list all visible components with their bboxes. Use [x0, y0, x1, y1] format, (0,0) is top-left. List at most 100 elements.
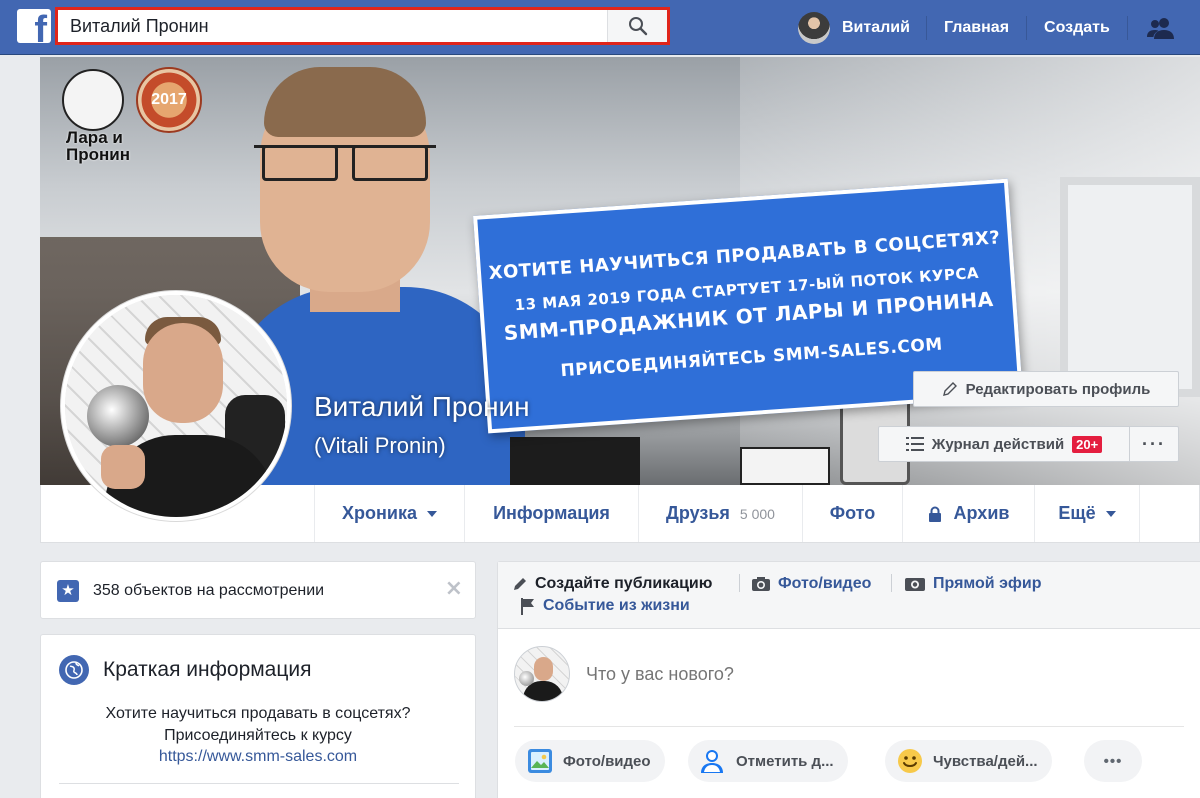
activity-count-badge: 20+	[1072, 435, 1103, 453]
edit-profile-label: Редактировать профиль	[965, 380, 1151, 398]
composer-header-separator	[739, 574, 740, 592]
video-camera-icon	[905, 578, 925, 591]
search-input[interactable]	[58, 10, 608, 42]
tag-friends-action[interactable]: Отметить д...	[688, 740, 848, 782]
tab-timeline[interactable]: Хроника	[314, 485, 464, 542]
tab-about[interactable]: Информация	[464, 485, 638, 542]
globe-icon	[59, 655, 89, 685]
list-icon	[905, 437, 924, 451]
nav-home-label: Главная	[943, 18, 1010, 36]
chevron-down-icon	[426, 510, 437, 517]
friends-count: 5 000	[739, 505, 775, 522]
profile-alternate-name: (Vitali Pronin)	[314, 433, 446, 458]
nav-profile-link[interactable]: Виталий	[798, 11, 927, 44]
facebook-logo[interactable]: f	[17, 9, 51, 43]
lara-pronin-logo: Лара и Пронин	[62, 69, 152, 169]
search-box	[55, 7, 670, 45]
intro-card: Краткая информация Хотите научиться прод…	[40, 634, 476, 798]
photo-video-action[interactable]: Фото/видео	[515, 740, 665, 782]
chevron-down-icon	[1105, 510, 1116, 517]
intro-divider	[59, 783, 459, 784]
post-text-input[interactable]	[586, 662, 1146, 686]
composer-header-separator	[891, 574, 892, 592]
cover-certificate	[740, 447, 830, 485]
more-dots-icon: ···	[1142, 433, 1166, 454]
nav-create-label: Создать	[1044, 18, 1110, 36]
life-event-label: Событие из жизни	[543, 597, 690, 614]
edit-profile-button[interactable]: Редактировать профиль	[913, 371, 1179, 407]
composer-divider	[514, 726, 1184, 727]
nav-home-link[interactable]: Главная	[927, 15, 1028, 40]
friend-requests-icon	[1146, 17, 1174, 39]
cover-window	[1060, 177, 1200, 397]
avatar[interactable]	[514, 646, 570, 702]
more-options-button[interactable]: ···	[1129, 426, 1179, 462]
tab-friends-label: Друзья	[666, 503, 730, 523]
pending-review-text: 358 объектов на рассмотрении	[93, 582, 325, 599]
logo-emblem	[62, 69, 124, 131]
live-video-label: Прямой эфир	[933, 575, 1042, 592]
search-button[interactable]	[607, 10, 667, 42]
cover-monitor	[510, 437, 640, 485]
cover-person-glasses	[254, 145, 436, 181]
create-post-tab[interactable]: Создайте публикацию	[512, 575, 712, 593]
cover-person-hair	[264, 67, 426, 137]
tab-photos[interactable]: Фото	[802, 485, 902, 542]
pp-face	[143, 323, 223, 423]
pending-review-card[interactable]: ★ 358 объектов на рассмотрении ×	[40, 561, 476, 619]
photo-video-tab[interactable]: Фото/видео	[751, 575, 871, 593]
profile-picture-image	[65, 295, 287, 517]
intro-bio-line-2: Присоединяйтесь к курсу	[164, 727, 352, 744]
tag-friends-action-label: Отметить д...	[736, 752, 834, 770]
friend-requests-button[interactable]	[1128, 16, 1176, 40]
post-composer: Создайте публикацию Фото/видео Прямой эф…	[497, 561, 1200, 798]
smiley-icon	[897, 748, 923, 774]
feeling-action-label: Чувства/дей...	[933, 752, 1038, 770]
pp-microphone	[87, 385, 149, 447]
intro-bio-line-1: Хотите научиться продавать в соцсетях?	[105, 705, 411, 722]
camera-icon	[752, 577, 770, 591]
tab-archive-label: Архив	[953, 503, 1010, 523]
feeling-activity-action[interactable]: Чувства/дей...	[885, 740, 1052, 782]
nav-user-name: Виталий	[842, 18, 910, 36]
nav-right: Виталий Главная Создать	[798, 0, 1176, 55]
logo-text: Лара и Пронин	[66, 128, 130, 164]
pencil-icon	[942, 382, 957, 396]
activity-log-button[interactable]: Журнал действий 20+	[878, 426, 1130, 462]
tab-more[interactable]: Ещё	[1034, 485, 1140, 542]
tab-timeline-label: Хроника	[342, 503, 417, 523]
profile-picture[interactable]	[60, 290, 292, 522]
activity-log-label: Журнал действий	[931, 435, 1065, 453]
live-video-tab[interactable]: Прямой эфир	[904, 575, 1042, 593]
intro-website-link[interactable]: https://www.smm-sales.com	[41, 748, 475, 766]
lock-icon	[928, 506, 941, 522]
photo-video-label: Фото/видео	[778, 575, 872, 592]
banner-line-4: Присоединяйтесь smm-sales.com	[559, 334, 944, 381]
nav-create-link[interactable]: Создать	[1027, 15, 1128, 40]
pencil-icon	[514, 578, 526, 590]
tab-about-label: Информация	[493, 503, 610, 523]
tag-friends-icon	[700, 748, 726, 774]
tab-archive[interactable]: Архив	[902, 485, 1034, 542]
life-event-tab[interactable]: Событие из жизни	[520, 597, 690, 615]
intro-title: Краткая информация	[103, 658, 312, 681]
profile-name[interactable]: Виталий Пронин	[314, 391, 530, 423]
pp-hand	[101, 445, 145, 489]
photo-video-action-label: Фото/видео	[563, 752, 651, 770]
composer-avatar-mic	[519, 671, 534, 686]
tab-photos-label: Фото	[829, 503, 876, 523]
close-icon[interactable]: ×	[445, 576, 463, 601]
photo-icon	[527, 748, 553, 774]
tab-friends[interactable]: Друзья 5 000	[638, 485, 802, 542]
composer-avatar-face	[534, 657, 553, 681]
flag-icon	[521, 598, 534, 615]
avatar	[798, 11, 830, 44]
composer-header: Создайте публикацию Фото/видео Прямой эф…	[498, 562, 1200, 629]
top-navigation-bar: f Виталий Главная Создать	[0, 0, 1200, 55]
tab-more-label: Ещё	[1058, 503, 1096, 523]
award-medal: 2017	[136, 67, 202, 133]
create-post-label: Создайте публикацию	[535, 575, 713, 592]
search-icon	[628, 17, 647, 36]
star-icon: ★	[57, 580, 79, 602]
composer-more-button[interactable]: •••	[1084, 740, 1142, 782]
